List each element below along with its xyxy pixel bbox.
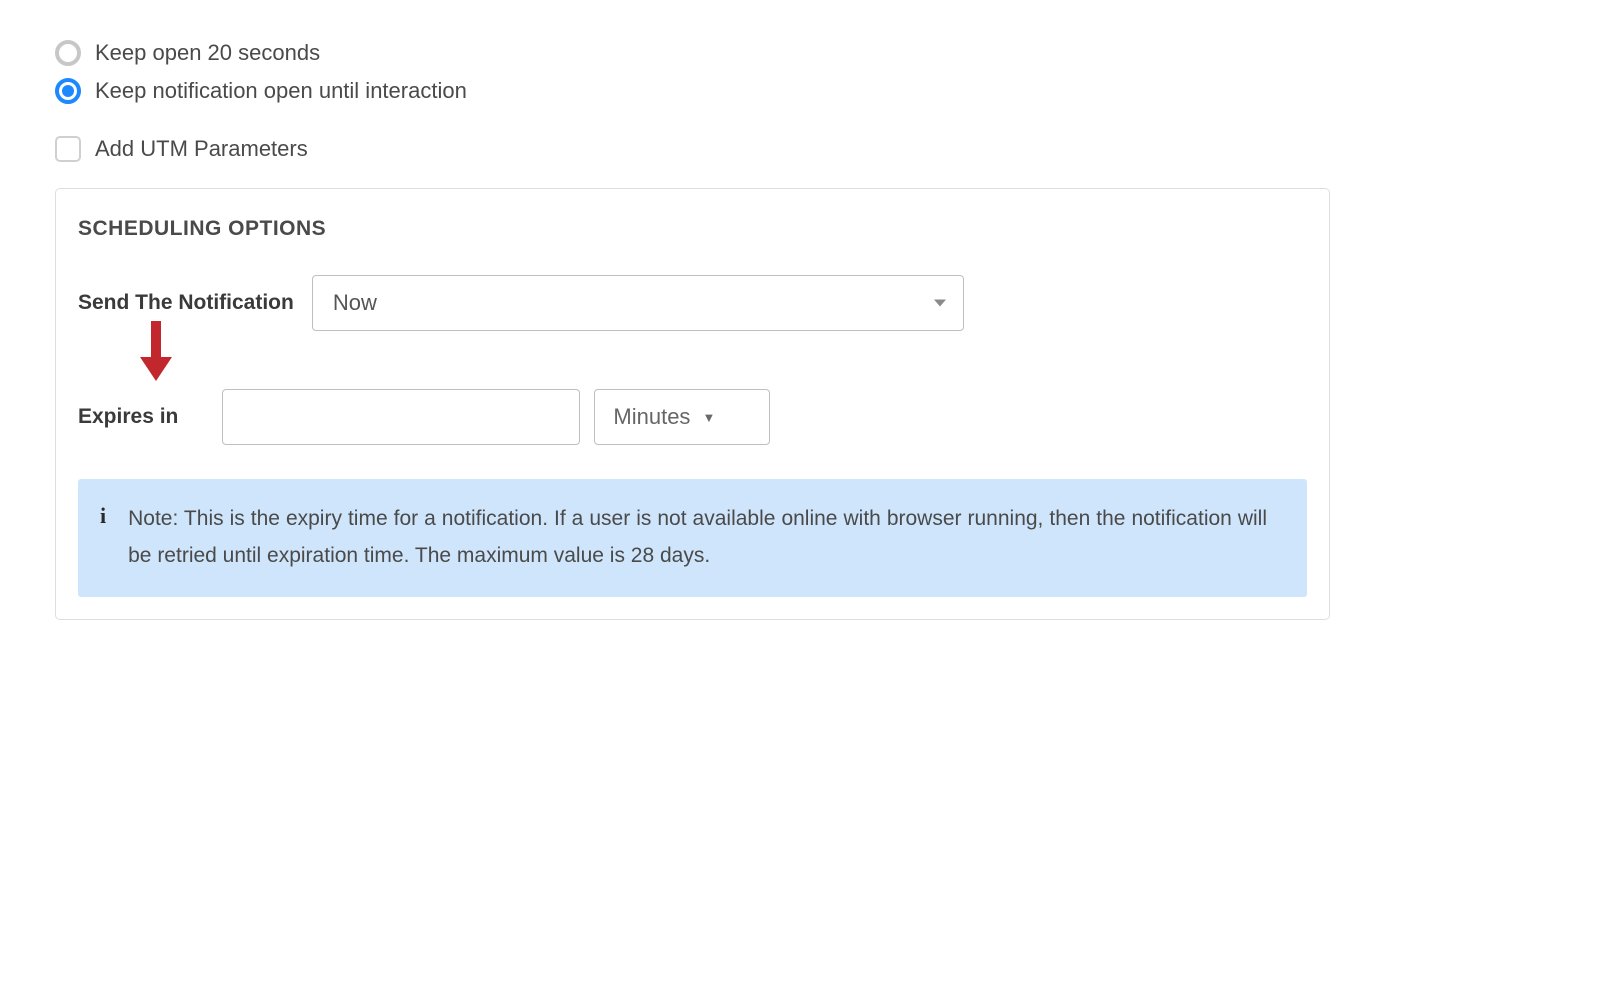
radio-circle-icon: [55, 78, 81, 104]
expires-unit-select[interactable]: Minutes ▼: [594, 389, 770, 445]
note-info-box: i Note: This is the expiry time for a no…: [78, 479, 1307, 597]
checkbox-box-icon: [55, 136, 81, 162]
select-value-text: Now: [333, 290, 377, 316]
chevron-down-icon: [934, 300, 946, 307]
expires-in-label: Expires in: [78, 405, 178, 429]
scheduling-options-panel: SCHEDULING OPTIONS Send The Notification…: [55, 188, 1330, 620]
info-icon: i: [100, 503, 106, 529]
expires-in-input[interactable]: [222, 389, 580, 445]
unit-select-value: Minutes: [613, 404, 690, 430]
radio-circle-icon: [55, 40, 81, 66]
annotation-arrow-down-icon: [138, 321, 174, 383]
send-notification-label: Send The Notification: [78, 291, 294, 315]
radio-keep-open-until-interaction[interactable]: Keep notification open until interaction: [55, 78, 1545, 104]
note-text: Note: This is the expiry time for a noti…: [128, 501, 1267, 575]
select-value: Now: [312, 275, 964, 331]
send-notification-row: Send The Notification Now: [78, 275, 1307, 331]
checkbox-add-utm-parameters[interactable]: Add UTM Parameters: [55, 136, 1545, 162]
chevron-down-icon: ▼: [702, 410, 715, 425]
send-notification-select[interactable]: Now: [312, 275, 964, 331]
radio-label-20s: Keep open 20 seconds: [95, 40, 320, 66]
panel-title: SCHEDULING OPTIONS: [78, 217, 1307, 241]
expires-in-row: Expires in Minutes ▼: [78, 389, 1307, 445]
radio-label-interaction: Keep notification open until interaction: [95, 78, 467, 104]
unit-select-box: Minutes ▼: [594, 389, 770, 445]
radio-keep-open-20s[interactable]: Keep open 20 seconds: [55, 40, 1545, 66]
checkbox-label-utm: Add UTM Parameters: [95, 136, 308, 162]
notification-duration-radio-group: Keep open 20 seconds Keep notification o…: [55, 40, 1545, 104]
